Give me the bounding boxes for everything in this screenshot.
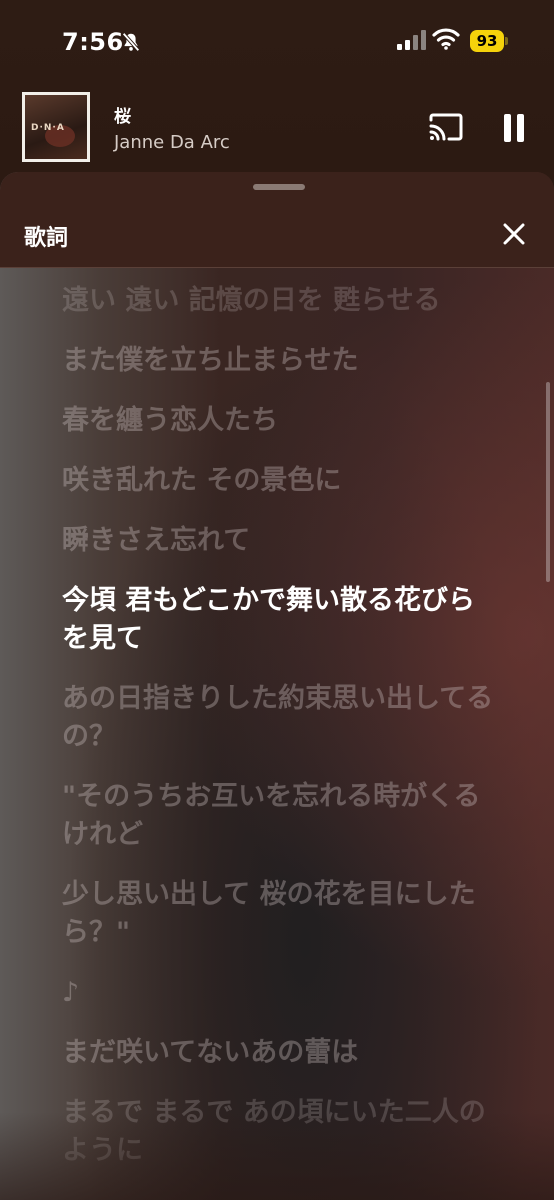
scrollbar[interactable] <box>546 382 550 582</box>
lyric-line[interactable]: 少し思い出して 桜の花を目にしたら？" <box>62 876 502 952</box>
header-divider <box>0 267 554 268</box>
lyric-line[interactable]: 遠い 遠い 記憶の日を 甦らせる <box>62 282 502 320</box>
status-bar: 7:56 93 <box>0 0 554 84</box>
battery-nub <box>505 37 508 45</box>
cellular-signal-icon <box>397 30 426 50</box>
top-area: 7:56 93 D·N·A 桜 Janne Da Arc <box>0 0 554 180</box>
bell-slash-icon <box>122 32 140 52</box>
lyric-line[interactable]: ♪ <box>62 974 502 1012</box>
album-art[interactable]: D·N·A <box>22 92 90 162</box>
cast-icon[interactable] <box>428 112 464 142</box>
lyrics-list[interactable]: 遠い 遠い 記憶の日を 甦らせる また僕を立ち止まらせた 春を纏う恋人たち 咲き… <box>62 282 502 1192</box>
song-title: 桜 <box>114 107 131 127</box>
battery-indicator: 93 <box>470 30 504 52</box>
close-icon[interactable] <box>500 220 528 248</box>
sheet-header: 歌詞 <box>0 172 554 268</box>
lyric-line[interactable]: まだ咲いてないあの蕾は <box>62 1034 502 1072</box>
lyric-line[interactable]: 瞬きさえ忘れて <box>62 522 502 560</box>
status-time: 7:56 <box>62 28 124 56</box>
lyric-line[interactable]: 咲き乱れた その景色に <box>62 462 502 500</box>
lyric-line-current[interactable]: 今頃 君もどこかで舞い散る花びらを見て <box>62 582 502 658</box>
lyric-line[interactable]: "そのうちお互いを忘れる時がくるけれど <box>62 778 502 854</box>
artist-name: Janne Da Arc <box>114 132 230 153</box>
sheet-title: 歌詞 <box>24 226 69 251</box>
lyric-line[interactable]: 春を纏う恋人たち <box>62 402 502 440</box>
lyric-line[interactable]: また僕を立ち止まらせた <box>62 342 502 380</box>
lyric-line[interactable]: あの日指きりした約束思い出してるの？ <box>62 680 502 756</box>
lyrics-sheet: 歌詞 遠い 遠い 記憶の日を 甦らせる また僕を立ち止まらせた 春を纏う恋人たち… <box>0 172 554 1200</box>
bottom-fade <box>0 1112 554 1200</box>
album-art-text: D·N·A <box>31 123 65 133</box>
wifi-icon <box>432 28 460 50</box>
now-playing-bar[interactable]: D·N·A 桜 Janne Da Arc <box>0 92 554 166</box>
drag-handle[interactable] <box>253 184 305 190</box>
pause-icon[interactable] <box>500 114 528 144</box>
